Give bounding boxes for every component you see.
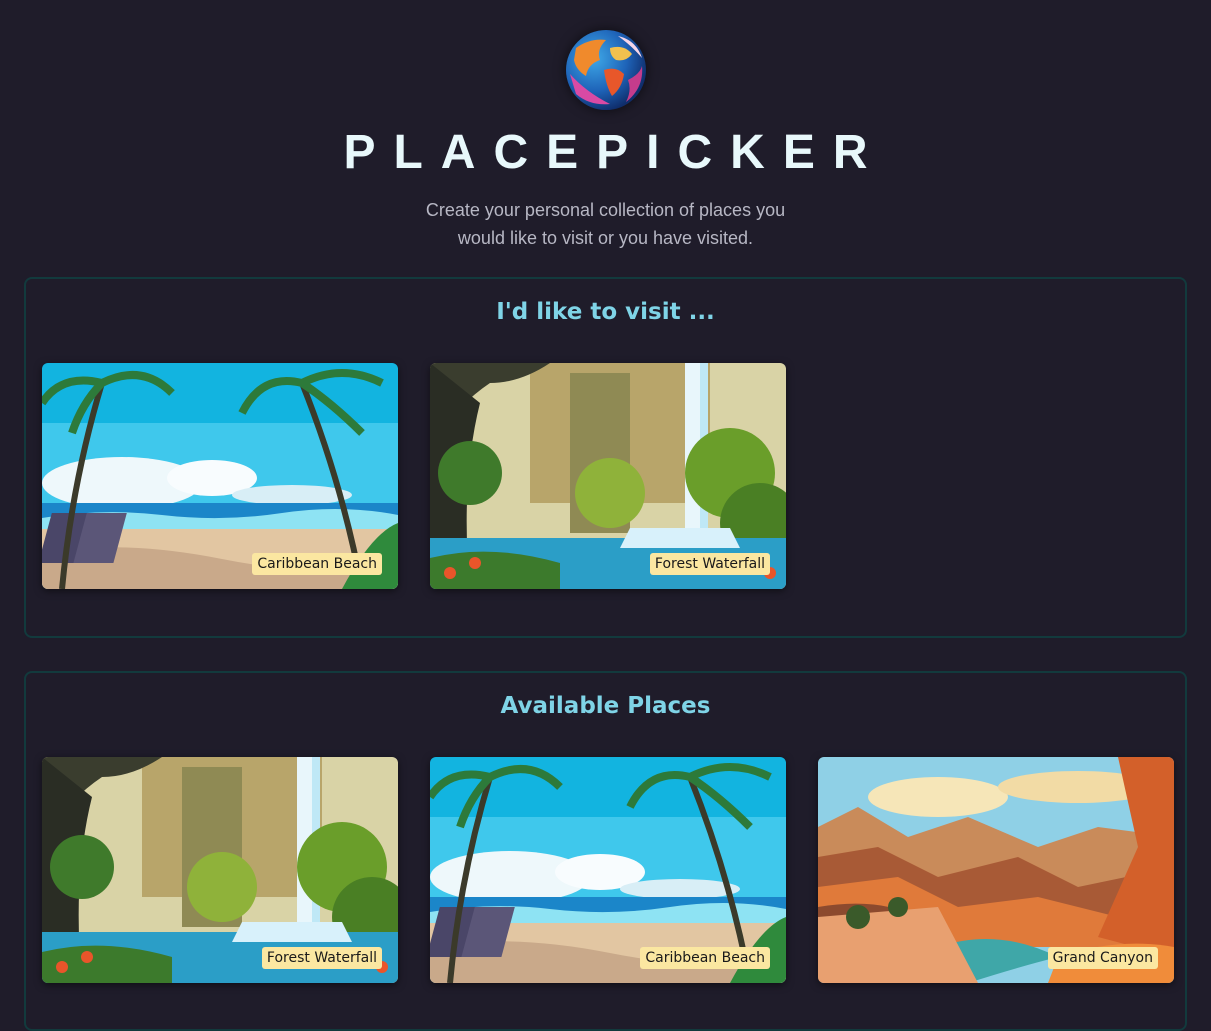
place-card-grand-canyon[interactable]: Grand Canyon	[818, 757, 1174, 983]
place-label: Forest Waterfall	[261, 947, 382, 969]
place-card-forest-waterfall[interactable]: Forest Waterfall	[42, 757, 398, 983]
visit-section: I'd like to visit ... Caribbean Beach Fo…	[24, 277, 1187, 638]
place-card-forest-waterfall[interactable]: Forest Waterfall	[430, 363, 786, 589]
app-header: PLACEPICKER Create your personal collect…	[0, 0, 1211, 252]
visit-section-title: I'd like to visit ...	[496, 299, 715, 325]
visit-places-grid: Caribbean Beach Forest Waterfall	[42, 363, 786, 589]
place-label: Caribbean Beach	[640, 947, 770, 969]
place-card-caribbean-beach[interactable]: Caribbean Beach	[430, 757, 786, 983]
globe-logo	[565, 30, 646, 110]
app-title: PLACEPICKER	[343, 126, 886, 179]
available-places-grid: Forest Waterfall Caribbean Beach Grand C…	[42, 757, 1174, 983]
place-label: Caribbean Beach	[252, 553, 382, 575]
app-subtitle: Create your personal collection of place…	[425, 200, 786, 248]
place-label: Grand Canyon	[1047, 947, 1158, 969]
place-label: Forest Waterfall	[649, 553, 770, 575]
available-section-title: Available Places	[500, 693, 711, 719]
available-section: Available Places Forest Waterfall Caribb…	[24, 671, 1187, 1031]
place-card-caribbean-beach[interactable]: Caribbean Beach	[42, 363, 398, 589]
